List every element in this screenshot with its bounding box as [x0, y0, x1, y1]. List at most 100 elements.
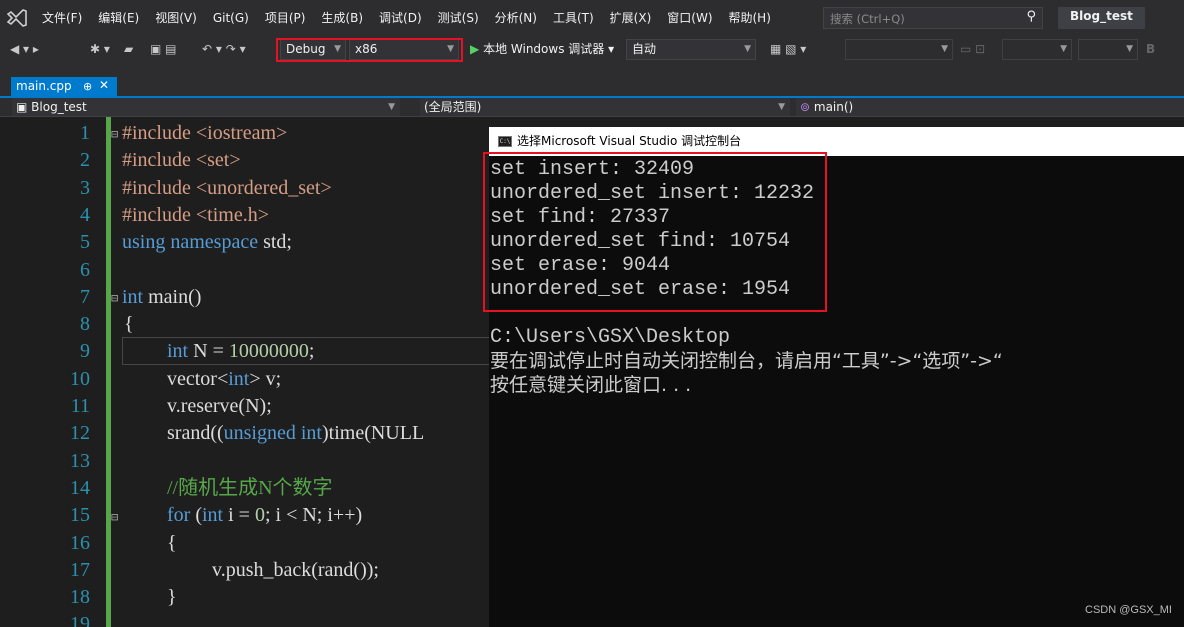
console-output[interactable]: set insert: 32409 unordered_set insert: … [483, 152, 1184, 627]
chevron-down-icon: ▼ [1126, 44, 1133, 54]
code-line-2[interactable]: #include <set> [122, 147, 241, 174]
line-number: 9 [80, 340, 90, 363]
code-line-16[interactable]: { [167, 530, 177, 557]
search-placeholder: 搜索 (Ctrl+Q) [830, 12, 905, 26]
menu-test[interactable]: 测试(S) [430, 0, 487, 36]
chevron-down-icon: ▼ [388, 102, 395, 112]
code-line-17[interactable]: v.push_back(rand()); [212, 557, 379, 584]
visual-studio-logo-icon[interactable] [0, 0, 34, 36]
menu-extensions[interactable]: 扩展(X) [602, 0, 660, 36]
line-number: 7 [80, 285, 90, 308]
line-number: 4 [80, 203, 90, 226]
code-line-3[interactable]: #include <unordered_set> [122, 175, 332, 202]
project-select[interactable]: ▣ Blog_test ▼ [12, 98, 400, 116]
debug-console-window[interactable]: C:\ 选择Microsoft Visual Studio 调试控制台 set … [483, 127, 1184, 627]
search-icon[interactable]: ⚲ [1026, 9, 1036, 24]
watermark: CSDN @GSX_MI [1085, 604, 1172, 616]
scope-value: (全局范围) [424, 100, 482, 114]
line-number: 15 [70, 504, 90, 527]
code-line-4[interactable]: #include <time.h> [122, 202, 269, 229]
document-tab-bar: main.cpp ⊕ ✕ [0, 63, 1184, 98]
member-select[interactable]: ⊚ main() [796, 98, 1184, 116]
code-line-9[interactable]: int N = 10000000; [167, 338, 314, 365]
code-line-18[interactable]: } [167, 584, 177, 611]
menu-build[interactable]: 生成(B) [313, 0, 371, 36]
code-line-14[interactable]: //随机生成N个数字 [167, 475, 333, 502]
code-line-1[interactable]: #include <iostream> [122, 120, 287, 147]
standard-toolbar: ◀︎ ▾ ▸ ✱ ▾ ▰ ▣ ▤ ↶ ▾ ↷ ▾ Debug ▼ x86 ▼ ▶… [0, 36, 1184, 63]
start-debugging-button[interactable]: ▶ 本地 Windows 调试器 ▾ [470, 40, 614, 59]
project-icon: ▣ [16, 100, 28, 114]
browser-link-icon[interactable]: ▦ ▧ ▾ [770, 40, 806, 59]
chevron-down-icon: ▼ [1060, 44, 1067, 54]
search-input[interactable]: 搜索 (Ctrl+Q) ⚲ [823, 7, 1043, 29]
line-number: 8 [80, 313, 90, 336]
play-icon: ▶ [470, 42, 480, 56]
debug-target-value: 自动 [632, 42, 657, 56]
output-line: unordered_set insert: 12232 [490, 182, 815, 205]
console-title: 选择Microsoft Visual Studio 调试控制台 [517, 134, 742, 148]
code-line-12[interactable]: srand((unsigned int)time(NULL [167, 420, 424, 447]
empty-combo-3[interactable]: ▼ [1078, 39, 1138, 60]
line-number: 17 [70, 558, 90, 581]
empty-combo-1[interactable]: ▼ [845, 39, 953, 60]
line-number: 1 [80, 122, 90, 144]
new-project-icon[interactable]: ✱ ▾ [90, 40, 110, 59]
menu-view[interactable]: 视图(V) [147, 0, 205, 36]
collapse-icon[interactable]: ⊟ [111, 127, 118, 141]
bold-button[interactable]: B [1146, 40, 1155, 59]
menu-tools[interactable]: 工具(T) [545, 0, 602, 36]
menu-bar: 文件(F) 编辑(E) 视图(V) Git(G) 项目(P) 生成(B) 调试(… [0, 0, 1184, 36]
empty-combo-2[interactable]: ▼ [1002, 39, 1072, 60]
scope-select[interactable]: (全局范围) ▼ [420, 98, 790, 116]
code-line-5[interactable]: using namespace std; [122, 229, 292, 256]
code-line-8[interactable]: { [124, 311, 134, 338]
menu-help[interactable]: 帮助(H) [721, 0, 779, 36]
tab-label: main.cpp [16, 79, 72, 93]
menu-analyze[interactable]: 分析(N) [487, 0, 545, 36]
chevron-down-icon: ▼ [744, 44, 751, 54]
chevron-down-icon: ▼ [941, 44, 948, 54]
menu-window[interactable]: 窗口(W) [659, 0, 720, 36]
line-number: 3 [80, 176, 90, 199]
save-icon[interactable]: ▣ ▤ [150, 40, 177, 59]
line-number: 18 [70, 586, 90, 609]
line-number: 14 [70, 476, 90, 499]
back-icon[interactable]: ◀︎ ▾ ▸ [10, 40, 39, 59]
menu-project[interactable]: 项目(P) [257, 0, 314, 36]
chevron-down-icon: ▼ [778, 102, 785, 112]
open-folder-icon[interactable]: ▰ [124, 40, 133, 59]
layout-icon[interactable]: ▭ ⊡ [960, 40, 985, 59]
solution-name-badge: Blog_test [1058, 7, 1145, 29]
debugger-label: 本地 Windows 调试器 [483, 42, 605, 56]
code-line-15[interactable]: for (int i = 0; i < N; i++) [167, 502, 362, 529]
collapse-icon[interactable]: ⊟ [111, 510, 118, 524]
output-hint: 要在调试停止时自动关闭控制台，请启用“工具”->“选项”->“ [490, 350, 1003, 372]
line-number: 6 [80, 258, 90, 281]
line-number: 10 [70, 367, 90, 390]
menu-file[interactable]: 文件(F) [34, 0, 90, 36]
debug-target-select[interactable]: 自动 ▼ [626, 39, 756, 60]
output-path: C:\Users\GSX\Desktop [490, 326, 731, 349]
output-line: set insert: 32409 [490, 158, 695, 181]
navigation-bar: ▣ Blog_test ▼ (全局范围) ▼ ⊚ main() [0, 98, 1184, 117]
undo-icon[interactable]: ↶ ▾ ↷ ▾ [202, 40, 246, 59]
console-app-icon: C:\ [498, 136, 512, 147]
output-line: set erase: 9044 [490, 254, 671, 277]
code-line-11[interactable]: v.reserve(N); [167, 393, 272, 420]
member-value: main() [813, 100, 854, 114]
tab-main-cpp[interactable]: main.cpp ⊕ ✕ [11, 77, 117, 96]
output-press-key: 按任意键关闭此窗口. . . [490, 374, 692, 396]
line-number: 19 [70, 613, 90, 627]
collapse-icon[interactable]: ⊟ [111, 291, 118, 305]
line-number: 13 [70, 449, 90, 472]
code-line-7[interactable]: int main() [122, 284, 201, 311]
menu-edit[interactable]: 编辑(E) [90, 0, 147, 36]
line-number: 12 [70, 422, 90, 445]
menu-debug[interactable]: 调试(D) [371, 0, 430, 36]
pin-icon[interactable]: ⊕ [83, 79, 92, 94]
code-line-10[interactable]: vector<int> v; [167, 366, 281, 393]
config-highlight-box [276, 38, 463, 62]
close-icon[interactable]: ✕ [99, 78, 109, 93]
menu-git[interactable]: Git(G) [205, 0, 257, 36]
